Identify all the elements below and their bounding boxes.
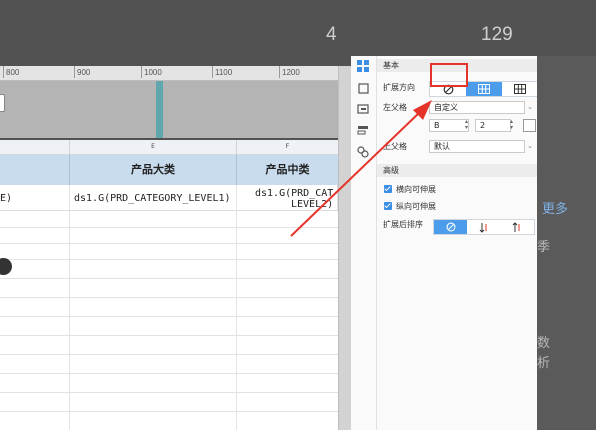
annotation-arrow <box>290 100 432 237</box>
